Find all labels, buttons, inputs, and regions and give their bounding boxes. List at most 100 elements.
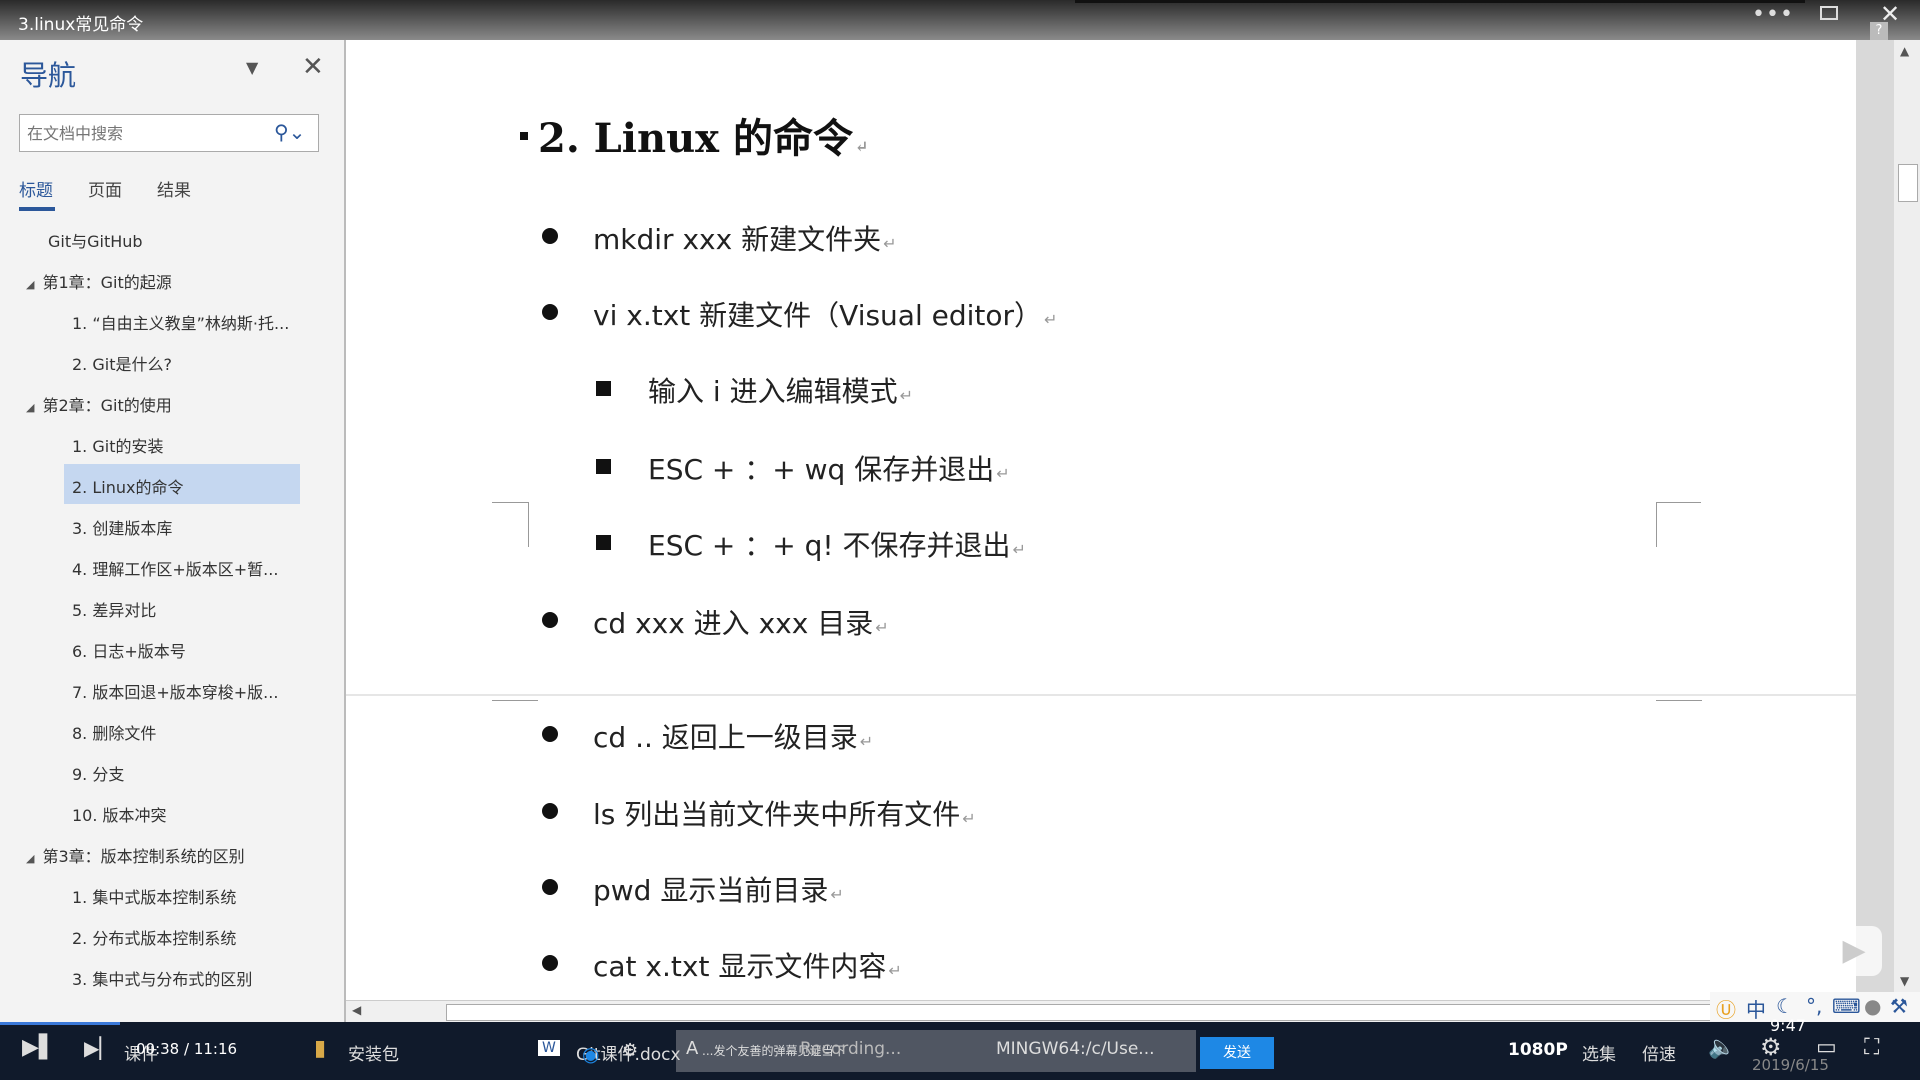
taskbar-mingw[interactable]: MINGW64:/c/Use... bbox=[996, 1039, 1155, 1059]
nav-item[interactable]: ◢ 第3章：版本控制系统的区别 bbox=[26, 843, 245, 867]
hscroll-thumb[interactable] bbox=[446, 1004, 1748, 1021]
play-icon[interactable]: ▶ bbox=[1826, 926, 1882, 976]
list-item-text: mkdir xxx 新建文件夹 bbox=[593, 223, 882, 256]
ime-toolbar[interactable]: Ⓤ 中 ☾ °, ⌨ ● ⚒ bbox=[1710, 992, 1920, 1022]
vertical-scrollbar[interactable]: ▲ ▼ bbox=[1894, 40, 1920, 1000]
fullscreen-icon[interactable]: ⛶ bbox=[1864, 1035, 1879, 1060]
list-item-text: cat x.txt 显示文件内容 bbox=[593, 950, 887, 983]
nav-item[interactable]: 1. Git的安装 bbox=[72, 433, 163, 457]
nav-item[interactable]: 6. 日志+版本号 bbox=[72, 638, 186, 662]
nav-item-label: 1. 集中式版本控制系统 bbox=[72, 888, 237, 907]
nav-item[interactable]: Git与GitHub bbox=[48, 228, 143, 252]
heading-marker-icon bbox=[520, 132, 528, 140]
nav-item-label: 3. 集中式与分布式的区别 bbox=[72, 970, 253, 989]
episode-selector[interactable]: 选集 bbox=[1582, 1040, 1616, 1065]
ime-language-label[interactable]: 中 bbox=[1746, 994, 1766, 1023]
next-icon[interactable]: ▶▏ bbox=[84, 1036, 115, 1060]
nav-item[interactable]: 2. Git是什么? bbox=[72, 351, 172, 375]
nav-close-icon[interactable]: ✕ bbox=[302, 52, 324, 82]
start-icon[interactable]: ▶▌ bbox=[22, 1035, 56, 1060]
paragraph-mark: ↵ bbox=[854, 137, 869, 156]
list-item-text: pwd 显示当前目录 bbox=[593, 874, 829, 907]
scroll-down-icon[interactable]: ▼ bbox=[1900, 974, 1909, 988]
nav-item[interactable]: 9. 分支 bbox=[72, 761, 124, 785]
square-bullet-icon bbox=[596, 535, 611, 550]
help-icon[interactable]: ? bbox=[1870, 22, 1888, 40]
moon-icon[interactable]: ☾ bbox=[1776, 994, 1794, 1018]
nav-item[interactable]: 8. 删除文件 bbox=[72, 720, 156, 744]
punctuation-icon[interactable]: °, bbox=[1806, 994, 1822, 1018]
nav-item-label: 5. 差异对比 bbox=[72, 601, 157, 620]
nav-item[interactable]: 2. 分布式版本控制系统 bbox=[72, 925, 236, 949]
square-bullet-icon bbox=[596, 381, 611, 396]
list-item-text: ls 列出当前文件夹中所有文件 bbox=[593, 798, 961, 831]
nav-item[interactable]: 1. 集中式版本控制系统 bbox=[72, 884, 236, 908]
nav-item[interactable]: ◢ 第2章：Git的使用 bbox=[26, 392, 172, 416]
taskbar-recording[interactable]: Recording... bbox=[800, 1039, 901, 1059]
list-item: ESC + ：+ wq 保存并退出 ↵ bbox=[648, 448, 1010, 488]
taskbar-folder[interactable]: 安装包 bbox=[348, 1040, 399, 1065]
nav-item-label: 3. 创建版本库 bbox=[72, 519, 173, 538]
tab-headings[interactable]: 标题 bbox=[19, 176, 53, 201]
folder-icon[interactable]: ▮ bbox=[314, 1036, 326, 1061]
search-box[interactable]: ⚲⌄ bbox=[19, 114, 319, 152]
nav-item[interactable]: 3. 创建版本库 bbox=[72, 515, 172, 539]
paragraph-mark: ↵ bbox=[962, 809, 976, 828]
nav-item[interactable]: 10. 版本冲突 bbox=[72, 802, 167, 826]
word-icon[interactable]: W bbox=[538, 1040, 560, 1056]
paragraph-mark: ↵ bbox=[875, 618, 889, 637]
wrench-icon[interactable]: ⚒ bbox=[1890, 994, 1908, 1018]
nav-item-label: 6. 日志+版本号 bbox=[72, 642, 186, 661]
keyboard-icon[interactable]: ⌨ bbox=[1832, 994, 1861, 1018]
playback-progress[interactable] bbox=[0, 1022, 120, 1025]
crop-mark bbox=[492, 502, 529, 547]
nav-options-icon[interactable]: ▼ bbox=[246, 58, 258, 77]
nav-item[interactable]: ◢ 第1章：Git的起源 bbox=[26, 269, 172, 293]
bullet-icon bbox=[542, 726, 558, 742]
nav-item-label: 8. 删除文件 bbox=[72, 724, 157, 743]
danmaku-settings-icon[interactable]: ⚙ bbox=[622, 1040, 638, 1061]
nav-item-label: 第2章：Git的使用 bbox=[42, 396, 172, 415]
nav-item[interactable]: 1. “自由主义教皇”林纳斯·托... bbox=[72, 310, 289, 334]
list-item: ESC + ：+ q! 不保存并退出 ↵ bbox=[648, 524, 1026, 564]
playback-time: 00:38 / 11:16 bbox=[136, 1040, 238, 1058]
nav-item-label: 2. Git是什么? bbox=[72, 355, 172, 374]
horizontal-scrollbar[interactable]: ◀ bbox=[346, 1000, 1748, 1023]
search-input[interactable] bbox=[25, 123, 279, 144]
picture-in-picture-icon[interactable]: ▭ bbox=[1816, 1035, 1837, 1060]
scroll-up-icon[interactable]: ▲ bbox=[1900, 44, 1909, 58]
scroll-left-icon[interactable]: ◀ bbox=[352, 1003, 361, 1017]
list-item-text: ESC + ：+ wq 保存并退出 bbox=[648, 453, 995, 486]
list-item-text: cd .. 返回上一级目录 bbox=[593, 721, 858, 754]
bullet-icon bbox=[542, 879, 558, 895]
tab-pages[interactable]: 页面 bbox=[88, 176, 122, 201]
danmaku-toggle-icon[interactable]: ◉ bbox=[582, 1042, 599, 1066]
scroll-thumb[interactable] bbox=[1898, 164, 1918, 202]
send-button[interactable]: 发送 bbox=[1200, 1037, 1274, 1069]
nav-item[interactable]: 7. 版本回退+版本穿梭+版... bbox=[72, 679, 278, 703]
bullet-icon bbox=[542, 612, 558, 628]
collapse-icon[interactable]: ◢ bbox=[26, 852, 34, 865]
nav-item[interactable]: 4. 理解工作区+版本区+暂... bbox=[72, 556, 278, 580]
window-layout-icon[interactable] bbox=[1820, 6, 1838, 20]
speed-selector[interactable]: 倍速 bbox=[1642, 1040, 1676, 1065]
top-divider bbox=[1075, 0, 1805, 3]
user-icon[interactable]: ● bbox=[1864, 994, 1881, 1018]
collapse-icon[interactable]: ◢ bbox=[26, 278, 34, 291]
document-area: 2. Linux 的命令 ↵ mkdir xxx 新建文件夹 ↵ vi x.txt … bbox=[346, 40, 1856, 1000]
nav-item-label: 7. 版本回退+版本穿梭+版... bbox=[72, 683, 279, 702]
nav-item-selected[interactable]: 2. Linux的命令 bbox=[72, 474, 183, 498]
danmaku-input-box[interactable]: A ...发个友善的弹幕见证当下 Recording... MINGW64:/c… bbox=[676, 1030, 1196, 1072]
quality-selector[interactable]: 1080P bbox=[1508, 1040, 1568, 1060]
tab-results[interactable]: 结果 bbox=[157, 176, 191, 201]
paragraph-mark: ↵ bbox=[859, 732, 874, 751]
nav-item-label: 2. 分布式版本控制系统 bbox=[72, 929, 237, 948]
more-icon[interactable]: ••• bbox=[1752, 2, 1794, 27]
nav-item[interactable]: 5. 差异对比 bbox=[72, 597, 156, 621]
text-style-icon[interactable]: A bbox=[686, 1038, 698, 1059]
volume-icon[interactable]: 🔈 bbox=[1708, 1035, 1735, 1060]
nav-item[interactable]: 3. 集中式与分布式的区别 bbox=[72, 966, 252, 990]
nav-item-label: 9. 分支 bbox=[72, 765, 125, 784]
collapse-icon[interactable]: ◢ bbox=[26, 401, 34, 414]
search-icon[interactable]: ⚲⌄ bbox=[274, 120, 305, 144]
